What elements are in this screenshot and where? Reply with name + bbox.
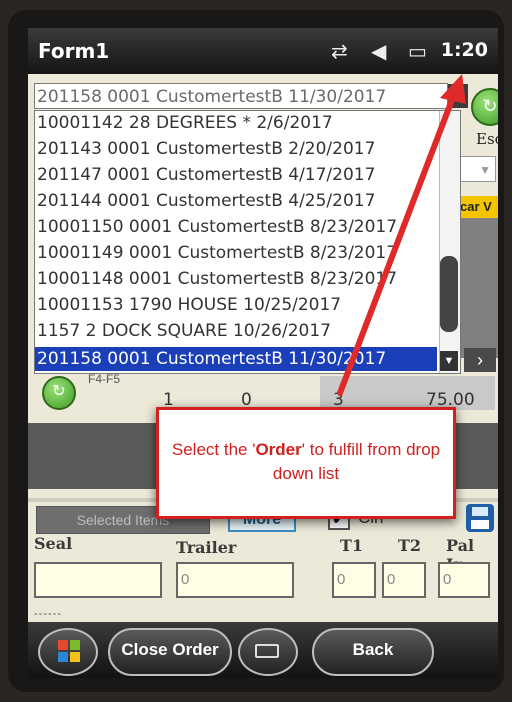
- t2-label: T2: [398, 536, 422, 555]
- grid-column-header: car V: [460, 196, 498, 218]
- start-button[interactable]: [38, 628, 98, 676]
- save-icon[interactable]: [466, 504, 494, 532]
- dropdown-option[interactable]: 10001153 1790 HOUSE 10/25/2017: [35, 293, 437, 317]
- app-screen: Form1 ⇄ ◀ ▭ 1:20 201158 0001 Customertes…: [28, 28, 498, 678]
- volume-icon: ◀: [371, 41, 387, 63]
- dropdown-option[interactable]: 10001148 0001 CustomertestB 8/23/2017: [35, 267, 437, 291]
- dropdown-option[interactable]: 10001150 0001 CustomertestB 8/23/2017: [35, 215, 437, 239]
- trailer-field[interactable]: 0: [176, 562, 294, 598]
- keyboard-icon: [255, 644, 279, 658]
- signal-icon: ⇄: [331, 41, 348, 63]
- dropdown-option[interactable]: 201143 0001 CustomertestB 2/20/2017: [35, 137, 437, 161]
- separator-text: ------: [34, 608, 62, 620]
- chevron-right-icon: ›: [477, 350, 483, 370]
- seal-field[interactable]: [34, 562, 162, 598]
- title-bar: Form1 ⇄ ◀ ▭ 1:20: [28, 28, 498, 74]
- windows-icon: [58, 640, 80, 662]
- order-dropdown-list[interactable]: 10001142 28 DEGREES * 2/6/2017 201143 00…: [34, 110, 461, 374]
- chevron-down-icon: ▼: [452, 89, 464, 103]
- battery-icon: ▭: [408, 41, 427, 63]
- t1-field[interactable]: 0: [332, 562, 376, 598]
- scroll-right-button[interactable]: ›: [464, 348, 496, 372]
- window-title: Form1: [38, 39, 110, 63]
- dropdown-option[interactable]: 10001149 0001 CustomertestB 8/23/2017: [35, 241, 437, 265]
- dropdown-option[interactable]: 201144 0001 CustomertestB 4/25/2017: [35, 189, 437, 213]
- dropdown-option[interactable]: 1157 2 DOCK SQUARE 10/26/2017: [35, 319, 437, 343]
- trailer-label: Trailer: [176, 538, 237, 557]
- t2-field[interactable]: 0: [382, 562, 426, 598]
- dropdown-option-selected[interactable]: 201158 0001 CustomertestB 11/30/2017: [35, 347, 437, 371]
- dropdown-option[interactable]: 10001142 28 DEGREES * 2/6/2017: [35, 111, 437, 135]
- seal-label: Seal: [34, 534, 73, 553]
- combo-dropdown-button[interactable]: ▼: [448, 84, 468, 108]
- go-button[interactable]: ↻: [471, 88, 498, 126]
- scroll-down-button[interactable]: ▼: [440, 351, 458, 371]
- pal-in-field[interactable]: 0: [438, 562, 490, 598]
- instruction-text: Select the 'Order' to fulfill from drop …: [171, 440, 441, 483]
- refresh-button[interactable]: ↻: [42, 376, 76, 410]
- order-combo[interactable]: 201158 0001 CustomertestB 11/30/2017: [34, 83, 448, 109]
- refresh-icon: ↻: [482, 96, 498, 116]
- chevron-down-icon: ▼: [479, 163, 491, 177]
- chevron-down-icon: ▼: [443, 355, 455, 367]
- back-button[interactable]: Back: [312, 628, 434, 676]
- secondary-combo[interactable]: ▼: [460, 156, 496, 182]
- dropdown-option[interactable]: 201147 0001 CustomertestB 4/17/2017: [35, 163, 437, 187]
- keyboard-button[interactable]: [238, 628, 298, 676]
- items-grid[interactable]: [460, 218, 498, 358]
- esc-label: Esc: [476, 130, 498, 148]
- dropdown-scrollbar[interactable]: [439, 111, 460, 373]
- instruction-callout: Select the 'Order' to fulfill from drop …: [156, 407, 456, 519]
- scrollbar-thumb[interactable]: [440, 256, 458, 332]
- clock: 1:20: [440, 39, 488, 61]
- key-hint: F4-F5: [88, 372, 121, 386]
- close-order-button[interactable]: Close Order: [108, 628, 232, 676]
- refresh-icon: ↻: [52, 383, 66, 400]
- t1-label: T1: [340, 536, 364, 555]
- device-frame: Form1 ⇄ ◀ ▭ 1:20 201158 0001 Customertes…: [8, 10, 504, 692]
